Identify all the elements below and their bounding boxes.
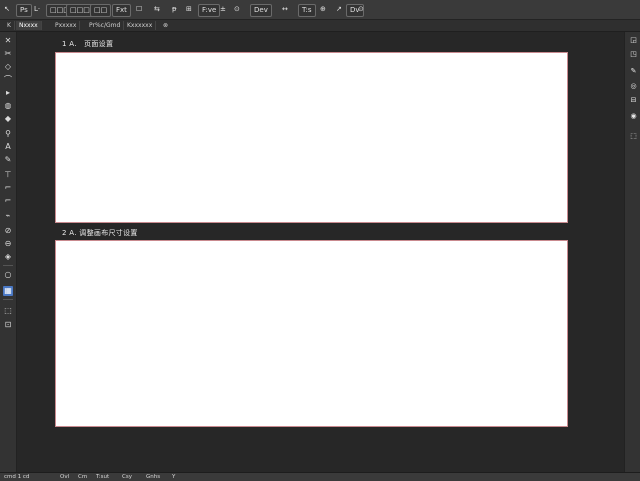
panel-expand-icon[interactable]: ◲: [629, 36, 638, 45]
document-canvas-2[interactable]: [55, 240, 568, 427]
quick-mask-icon[interactable]: ⬚: [3, 306, 13, 316]
tab-document-1[interactable]: Nxxxx: [16, 21, 42, 30]
brush-panel-icon[interactable]: ✎: [629, 67, 638, 76]
dev-button[interactable]: Dev: [250, 4, 272, 17]
move-tool-icon[interactable]: ↖: [4, 4, 10, 15]
brush-tool-icon[interactable]: ◍: [3, 101, 13, 111]
tab-document-2[interactable]: Pxxxxx: [52, 21, 81, 30]
tab-close-icon[interactable]: ⊗: [160, 21, 171, 30]
tools-panel: ✕ ✂ ◇ ⌒ ▸ ◍ ◆ ⚲ A ✎ ⊤ ⌐ ⌐ ⌁ ⊘ ⊖ ◈ ○ ▦ ⬚ …: [0, 32, 17, 472]
section-2-label: 2 A. 调整画布尺寸设置: [62, 229, 138, 237]
dodge-tool-icon[interactable]: ◈: [3, 252, 13, 262]
history-panel-icon[interactable]: ◳: [629, 50, 638, 59]
swap-icon[interactable]: ⇆: [154, 4, 160, 15]
add-icon[interactable]: ⊕: [320, 4, 326, 15]
color-swatch-tool-icon[interactable]: ▦: [3, 286, 13, 296]
document-canvas-1[interactable]: [55, 52, 568, 223]
cursor-icon[interactable]: ↗: [336, 4, 342, 15]
screen-mode-icon[interactable]: ⊡: [3, 320, 13, 330]
options-bar: ↖ Ps L· □□□ □□□ □□ Fxt ☐ ⇆ ᵽ ⊞ F:ve ± ⊙ …: [0, 0, 640, 20]
hand-tool-icon[interactable]: ⊖: [3, 239, 13, 249]
menu-item-file[interactable]: F:ve: [198, 4, 221, 17]
grid-icon[interactable]: ⊞: [186, 4, 192, 15]
option-box-4[interactable]: Fxt: [112, 4, 131, 17]
tab-document-3[interactable]: Pr%c/Gmd: [86, 21, 125, 30]
toolbar-divider: [3, 265, 13, 266]
lasso-tool-icon[interactable]: ◇: [3, 62, 13, 72]
option-separator: L·: [34, 5, 41, 13]
menu-item-text[interactable]: T:s: [298, 4, 316, 17]
text-tool-icon[interactable]: ⊤: [3, 170, 13, 180]
section-1-label: 1 A. 页面设置: [62, 40, 114, 48]
move-tool-icon[interactable]: ✕: [3, 36, 13, 46]
tool-preset-button[interactable]: Ps: [16, 4, 32, 17]
right-panel-dock: ◲ ◳ ✎ ◎ ⊟ ◉ ⬚: [624, 32, 640, 472]
crop-tool-icon[interactable]: ✂: [3, 49, 13, 59]
shape-tool-icon[interactable]: ⌐: [3, 196, 13, 206]
folder-panel-icon[interactable]: ⬚: [629, 132, 638, 141]
ellipse-tool-icon[interactable]: ○: [3, 270, 13, 280]
properties-panel-icon[interactable]: ◎: [629, 82, 638, 91]
smudge-tool-icon[interactable]: ⌁: [3, 211, 13, 221]
zoom-tool-icon[interactable]: ⚲: [3, 129, 13, 139]
arrows-icon[interactable]: ↔: [282, 4, 288, 15]
stamp-tool-icon[interactable]: ◆: [3, 114, 13, 124]
tab-home[interactable]: K: [4, 21, 15, 30]
eraser-tool-icon[interactable]: ⊘: [3, 226, 13, 236]
pen-icon[interactable]: ᵽ: [172, 4, 177, 15]
checkbox-icon[interactable]: ☐: [136, 4, 142, 15]
play-tool-icon[interactable]: ▸: [3, 88, 13, 98]
plusminus-icon[interactable]: ±: [220, 4, 226, 15]
document-tab-bar: K Nxxxx Pxxxxx Pr%c/Gmd Kxxxxxx ⊗: [0, 20, 640, 32]
curve-tool-icon[interactable]: ⌒: [3, 75, 13, 85]
type-tool-icon[interactable]: A: [3, 142, 13, 152]
settings-icon[interactable]: ⊙: [358, 4, 364, 15]
path-tool-icon[interactable]: ⌐: [3, 183, 13, 193]
adjustments-panel-icon[interactable]: ◉: [629, 112, 638, 121]
toolbar-divider: [3, 299, 13, 300]
pencil-tool-icon[interactable]: ✎: [3, 155, 13, 165]
target-icon[interactable]: ⊙: [234, 4, 240, 15]
tab-document-4[interactable]: Kxxxxxx: [124, 21, 157, 30]
option-box-3[interactable]: □□: [90, 4, 112, 17]
layers-panel-icon[interactable]: ⊟: [629, 96, 638, 105]
